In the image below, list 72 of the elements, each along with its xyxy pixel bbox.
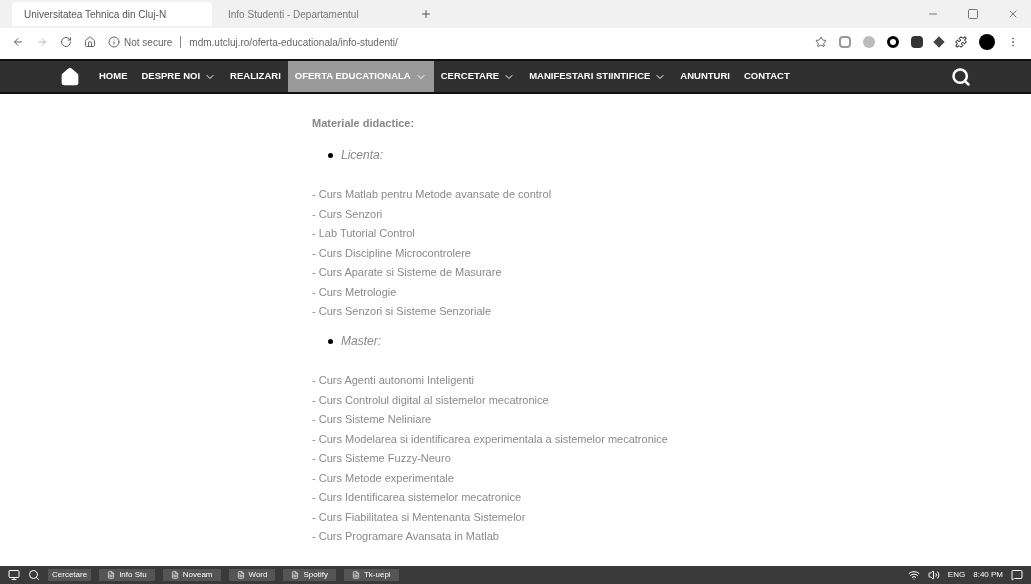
course-link[interactable]: - Curs Senzori — [312, 204, 383, 224]
nav-item[interactable]: ANUNTURI — [673, 61, 737, 92]
nav-item[interactable]: DESPRE NOI — [134, 61, 224, 92]
document-icon — [107, 571, 116, 579]
profile-avatar[interactable] — [979, 34, 995, 50]
browser-tab[interactable]: Universitatea Tehnica din Cluj-N — [12, 2, 212, 26]
extension-icon[interactable] — [887, 36, 899, 48]
reload-icon[interactable] — [60, 36, 72, 48]
nav-item[interactable]: CONTACT — [736, 61, 797, 92]
app-label: Word — [248, 569, 268, 581]
close-icon[interactable] — [1007, 8, 1019, 20]
taskbar-app[interactable]: Word — [228, 569, 276, 581]
course-link[interactable]: - Curs Matlab pentru Metode avansate de control — [312, 185, 552, 205]
home-icon[interactable] — [84, 36, 96, 48]
nav-item[interactable]: MANIFESTARI STIINTIFICE — [522, 61, 674, 92]
extension-icon[interactable] — [911, 36, 923, 48]
notifications-icon[interactable] — [1011, 569, 1023, 581]
subsection-title: Licenta: — [341, 146, 384, 164]
volume-icon[interactable] — [927, 569, 940, 581]
bookmark-star-icon[interactable] — [815, 36, 827, 48]
app-label: Tk-uepi — [363, 569, 391, 581]
subsection-title: Master: — [341, 332, 381, 350]
extension-icon[interactable] — [933, 36, 945, 48]
course-link[interactable]: - Curs Metode experimentale — [312, 468, 454, 488]
url-text: mdm.utcluj.ro/oferta-educationala/info-studenti/ — [189, 35, 398, 50]
app-label: Spotify — [303, 569, 328, 581]
taskbar-app[interactable]: Spotify — [283, 569, 336, 581]
nav-item[interactable]: OFERTA EDUCATIONALA — [287, 61, 434, 92]
browser-tab[interactable]: Info Studenti - Departamentul — [216, 2, 416, 26]
security-label: Not secure — [124, 35, 173, 50]
clock[interactable]: 8:40 PM — [973, 569, 1003, 581]
course-link[interactable]: - Curs Controlul digital al sistemelor mecatronice — [312, 390, 549, 410]
course-link[interactable]: - Curs Discipline Microcontrolere — [312, 243, 471, 263]
course-link[interactable]: - Curs Fiabilitatea si Mentenanta Sistemelor — [312, 507, 526, 527]
info-icon[interactable] — [108, 36, 120, 48]
nav-item[interactable]: HOME — [92, 61, 135, 92]
app-label: Noveam — [182, 569, 213, 581]
course-link[interactable]: - Curs Sisteme Neliniare — [312, 410, 432, 430]
app-label: Info Stu — [119, 569, 147, 581]
back-icon[interactable] — [12, 36, 24, 48]
document-icon — [170, 571, 179, 579]
taskbar-app[interactable]: Noveam — [162, 569, 221, 581]
language-indicator[interactable]: ENG — [947, 569, 966, 581]
wifi-icon[interactable] — [907, 569, 920, 581]
taskbar-search[interactable]: Cercetare — [48, 569, 92, 581]
nav-item[interactable]: REALIZARI — [223, 61, 288, 92]
course-link[interactable]: - Lab Tutorial Control — [312, 224, 415, 244]
course-link[interactable]: - Curs Identificarea sistemelor mecatronice — [312, 488, 522, 508]
new-tab-icon[interactable] — [420, 8, 432, 20]
document-icon — [236, 571, 245, 579]
course-link[interactable]: - Curs Programare Avansata in Matlab — [312, 527, 499, 547]
start-icon[interactable] — [8, 569, 20, 581]
nav-item[interactable]: CERCETARE — [433, 61, 523, 92]
search-icon[interactable] — [951, 66, 971, 87]
maximize-icon[interactable] — [967, 8, 979, 20]
section-heading: Materiale didactice: — [312, 116, 416, 131]
course-link[interactable]: - Curs Modelarea si identificarea experimentala a sistemelor mecatronice — [312, 429, 668, 449]
course-link[interactable]: - Curs Sisteme Fuzzy-Neuro — [312, 449, 451, 469]
document-icon — [351, 571, 360, 579]
bullet-icon — [328, 338, 333, 344]
taskbar-app[interactable]: Tk-uepi — [343, 569, 399, 581]
course-link[interactable]: - Curs Aparate si Sisteme de Masurare — [312, 263, 502, 283]
course-link[interactable]: - Curs Agenti autonomi Inteligenti — [312, 371, 475, 391]
bullet-icon — [328, 152, 333, 158]
search-icon[interactable] — [28, 569, 40, 581]
home-icon[interactable] — [60, 66, 80, 87]
extensions-icon[interactable] — [955, 36, 967, 48]
address-field[interactable]: Not secure mdm.utcluj.ro/oferta-educationala/info-studenti/ — [108, 34, 803, 50]
course-link[interactable]: - Curs Senzori si Sisteme Senzoriale — [312, 302, 492, 322]
course-link[interactable]: - Curs Metrologie — [312, 282, 397, 302]
document-icon — [291, 571, 300, 579]
taskbar-app[interactable]: Info Stu — [99, 569, 155, 581]
